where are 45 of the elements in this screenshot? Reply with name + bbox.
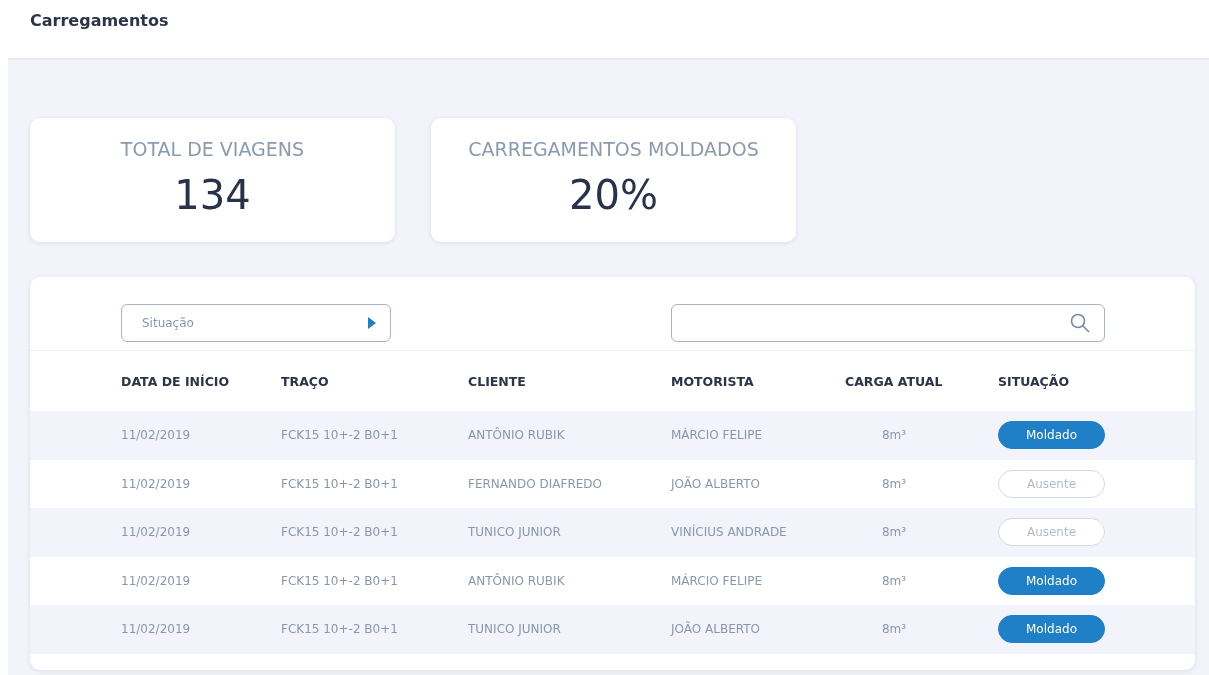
- status-badge: Moldado: [998, 615, 1105, 644]
- table-cell-text: 8m³: [880, 428, 908, 443]
- table-cell-text: FERNANDO DIAFREDO: [468, 476, 603, 491]
- column-header: CARGA ATUAL: [845, 373, 944, 389]
- stat-value: 134: [174, 172, 251, 218]
- table-cell-text: TUNICO JUNIOR: [468, 525, 562, 540]
- table-cell-text: 11/02/2019: [121, 573, 192, 588]
- table-cell-text: 11/02/2019: [121, 476, 192, 491]
- search-field[interactable]: [671, 303, 1105, 342]
- table-cell-text: JOÃO ALBERTO: [671, 622, 761, 637]
- page-title: Carregamentos: [30, 10, 169, 30]
- table-cell-text: JOÃO ALBERTO: [671, 476, 761, 491]
- search-icon: [1070, 312, 1090, 333]
- table-cell-text: 11/02/2019: [121, 428, 192, 443]
- table-cell-text: 8m³: [880, 573, 908, 588]
- table-cell-text: FCK15 10+-2 B0+1: [281, 476, 399, 491]
- status-select[interactable]: Situação: [121, 303, 391, 342]
- column-header: DATA DE INÍCIO: [121, 373, 231, 389]
- table-cell-text: MÁRCIO FELIPE: [671, 573, 763, 588]
- table-cell-text: ANTÔNIO RUBIK: [468, 428, 566, 443]
- table-cell-text: TUNICO JUNIOR: [468, 622, 562, 637]
- table-cell-text: ANTÔNIO RUBIK: [468, 573, 566, 588]
- table-cell-text: FCK15 10+-2 B0+1: [281, 525, 399, 540]
- table-cell-text: 8m³: [880, 622, 908, 637]
- table-cell-text: MÁRCIO FELIPE: [671, 428, 763, 443]
- table-cell-text: VINÍCIUS ANDRADE: [671, 525, 788, 540]
- table-cell-text: 8m³: [880, 525, 908, 540]
- column-header: MOTORISTA: [671, 373, 755, 389]
- stat-value: 20%: [569, 172, 658, 218]
- column-header: TRAÇO: [281, 373, 330, 389]
- stat-label: CARREGAMENTOS MOLDADOS: [468, 138, 759, 160]
- caret-icon: [368, 316, 376, 329]
- stat-label: TOTAL DE VIAGENS: [120, 138, 305, 160]
- table-cell-text: FCK15 10+-2 B0+1: [281, 428, 399, 443]
- column-header: CLIENTE: [468, 373, 527, 389]
- table-cell-text: 11/02/2019: [121, 622, 192, 637]
- status-badge: Moldado: [998, 421, 1105, 450]
- status-badge: Ausente: [998, 469, 1105, 498]
- table-cell-text: FCK15 10+-2 B0+1: [281, 573, 399, 588]
- table-cell-text: FCK15 10+-2 B0+1: [281, 622, 399, 637]
- status-badge: Moldado: [998, 566, 1105, 595]
- table-cell-text: 8m³: [880, 476, 908, 491]
- table-cell-text: 11/02/2019: [121, 525, 192, 540]
- column-header: SITUAÇÃO: [998, 373, 1071, 389]
- status-badge: Ausente: [998, 518, 1105, 547]
